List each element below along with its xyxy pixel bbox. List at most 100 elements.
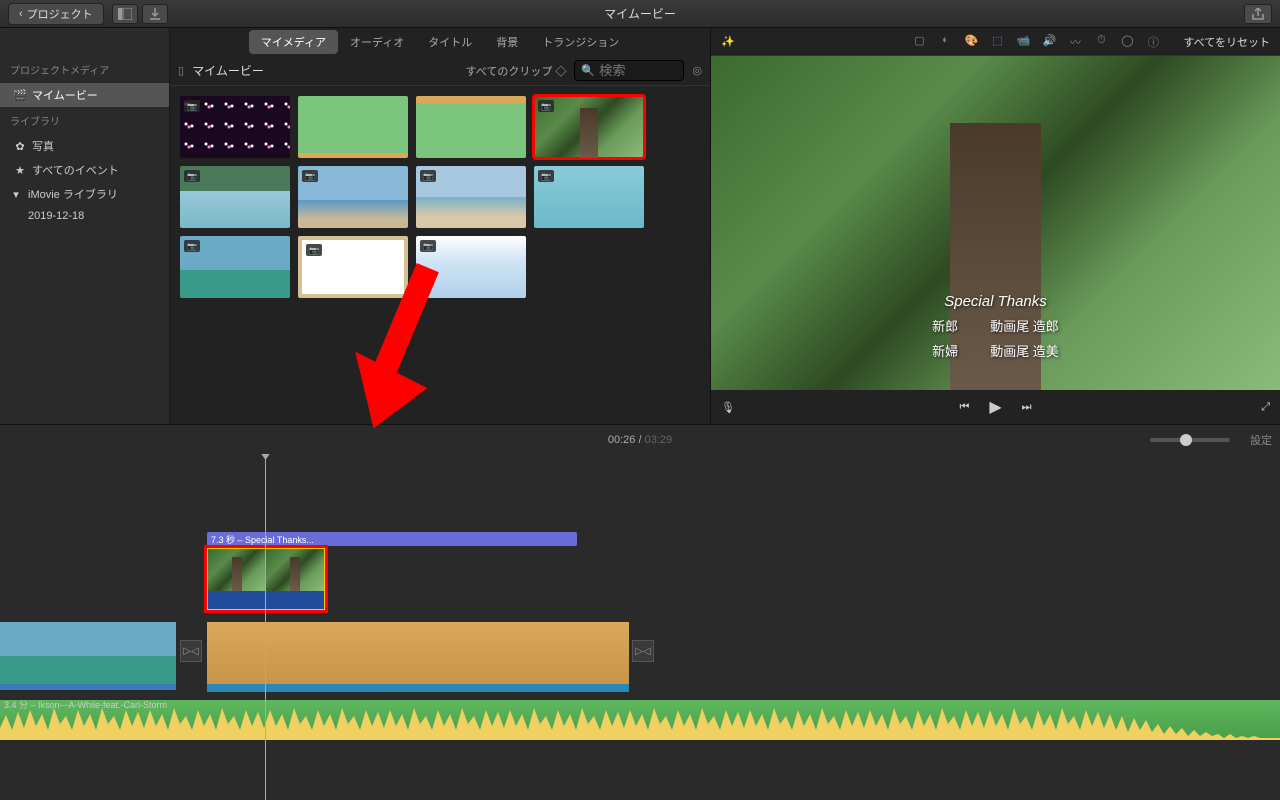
timeline[interactable]: 7.3 秒 – Special Thanks... ▷◁ ▷◁ 3.4 分 – …: [0, 454, 1280, 800]
camera-icon: 📷: [538, 170, 554, 182]
fullscreen-icon[interactable]: ⤢: [1261, 401, 1270, 414]
back-to-projects-button[interactable]: ‹ プロジェクト: [8, 3, 104, 25]
back-label: プロジェクト: [27, 6, 93, 22]
star-icon: ★: [14, 164, 26, 176]
media-thumb[interactable]: [416, 96, 526, 158]
playhead-line[interactable]: [265, 454, 266, 800]
media-thumb[interactable]: 📷: [298, 236, 408, 298]
noise-reduction-icon[interactable]: 〰: [1067, 34, 1083, 50]
title-clip[interactable]: 7.3 秒 – Special Thanks...: [207, 532, 577, 546]
timeline-settings-button[interactable]: 設定: [1250, 432, 1272, 448]
media-browser: マイメディア オーディオ タイトル 背景 トランジション ▯ マイムービー すべ…: [170, 28, 710, 424]
sidebar-item-imovie-library[interactable]: ▾ iMovie ライブラリ: [0, 182, 169, 206]
media-thumb[interactable]: 📷: [416, 166, 526, 228]
chevron-left-icon: ‹: [19, 8, 23, 20]
sidebar: プロジェクトメディア 🎬 マイムービー ライブラリ ✿ 写真 ★ すべてのイベン…: [0, 28, 170, 424]
tab-background[interactable]: 背景: [484, 30, 530, 54]
search-field[interactable]: [599, 63, 669, 78]
pip-clip[interactable]: [207, 548, 325, 610]
color-balance-icon[interactable]: ▢: [911, 34, 927, 50]
prev-icon[interactable]: ⏮: [959, 401, 969, 414]
camera-icon: 📷: [184, 170, 200, 182]
media-header: ▯ マイムービー すべてのクリップ ◇ 🔍 ◎: [170, 56, 710, 86]
reset-all-button[interactable]: すべてをリセット: [1183, 34, 1270, 50]
media-title: マイムービー: [192, 62, 264, 79]
preview-toolbar: ✨ ▢ ◐ 🎨 ⬚ 📹 🔊 〰 ⏱ ◯ ⓘ すべてをリセット: [711, 28, 1280, 56]
library-header: ライブラリ: [0, 107, 169, 134]
search-icon: 🔍: [581, 64, 595, 77]
media-thumb-selected[interactable]: 📷: [534, 96, 644, 158]
clapboard-icon: 🎬: [14, 89, 26, 101]
camera-icon: 📷: [306, 244, 322, 256]
time-row: 00:26 / 03:29 設定: [0, 424, 1280, 454]
triangle-down-icon: ▾: [10, 188, 22, 200]
overlay-heading: Special Thanks: [711, 293, 1280, 310]
camera-icon: 📷: [184, 100, 200, 112]
playhead-handle[interactable]: [260, 454, 271, 460]
media-thumb[interactable]: 📷: [534, 166, 644, 228]
camera-icon: 📷: [420, 170, 436, 182]
volume-icon[interactable]: 🔊: [1041, 34, 1057, 50]
camera-icon: 📷: [184, 240, 200, 252]
media-thumbnails: 📷 📷 📷 📷 📷 📷 📷 📷 📷: [170, 86, 710, 308]
window-title: マイムービー: [604, 5, 676, 22]
sidebar-item-all-events[interactable]: ★ すべてのイベント: [0, 158, 169, 182]
audio-track: 3.4 分 – Ikson---A-While-feat.-Carl-Storm: [0, 700, 1280, 740]
audio-clip[interactable]: [0, 700, 1280, 740]
clip-filter-dropdown[interactable]: すべてのクリップ ◇: [466, 63, 567, 79]
transition-icon[interactable]: ▷◁: [632, 640, 654, 662]
media-thumb[interactable]: 📷: [416, 236, 526, 298]
media-thumb[interactable]: 📷: [180, 96, 290, 158]
project-media-header: プロジェクトメディア: [0, 56, 169, 83]
media-thumb[interactable]: 📷: [180, 166, 290, 228]
tab-audio[interactable]: オーディオ: [338, 30, 416, 54]
tab-title[interactable]: タイトル: [416, 30, 484, 54]
import-button[interactable]: [142, 4, 168, 24]
video-track: ▷◁ ▷◁: [0, 622, 1280, 684]
next-icon[interactable]: ⏭: [1022, 401, 1032, 414]
color-correction-icon[interactable]: ◐: [937, 34, 953, 50]
share-button[interactable]: [1244, 4, 1272, 24]
preview-panel: ✨ ▢ ◐ 🎨 ⬚ 📹 🔊 〰 ⏱ ◯ ⓘ すべてをリセット Special T…: [710, 28, 1280, 424]
media-thumb[interactable]: 📷: [180, 236, 290, 298]
photos-icon: ✿: [14, 140, 26, 152]
preview-viewer[interactable]: Special Thanks 新郎動画尾 造郎 新婦動画尾 造美: [711, 56, 1280, 390]
tab-my-media[interactable]: マイメディア: [249, 30, 338, 54]
media-thumb[interactable]: [298, 96, 408, 158]
clip-filter-icon[interactable]: ◯: [1119, 34, 1135, 50]
transition-icon[interactable]: ▷◁: [180, 640, 202, 662]
sidebar-item-event-date[interactable]: 2019-12-18: [0, 206, 169, 226]
time-display: 00:26 / 03:29: [608, 434, 672, 446]
video-clip-1[interactable]: [0, 622, 176, 684]
waveform-icon: [0, 700, 1280, 740]
top-toolbar: ‹ プロジェクト マイムービー: [0, 0, 1280, 28]
view-options-icon[interactable]: ◎: [692, 64, 702, 77]
tab-transition[interactable]: トランジション: [530, 30, 631, 54]
sidebar-toggle-icon[interactable]: ▯: [178, 64, 184, 77]
info-icon[interactable]: ⓘ: [1145, 34, 1161, 50]
stabilization-icon[interactable]: 📹: [1015, 34, 1031, 50]
video-clip-2[interactable]: [207, 622, 629, 684]
title-overlay: Special Thanks 新郎動画尾 造郎 新婦動画尾 造美: [711, 293, 1280, 360]
audio-clip-label: 3.4 分 – Ikson---A-While-feat.-Carl-Storm: [4, 698, 167, 711]
voiceover-icon[interactable]: 🎙: [721, 401, 735, 414]
speed-icon[interactable]: ⏱: [1093, 34, 1109, 50]
search-input[interactable]: 🔍: [574, 60, 684, 81]
play-icon[interactable]: ▶: [989, 397, 1001, 417]
sidebar-item-project[interactable]: 🎬 マイムービー: [0, 83, 169, 107]
zoom-knob[interactable]: [1180, 434, 1192, 446]
zoom-slider[interactable]: [1150, 438, 1230, 442]
playback-controls: 🎙 ⏮ ▶ ⏭ ⤢: [711, 390, 1280, 424]
media-thumb[interactable]: 📷: [298, 166, 408, 228]
camera-icon: 📷: [420, 240, 436, 252]
library-view-button[interactable]: [112, 4, 138, 24]
magic-wand-icon[interactable]: ✨: [721, 35, 735, 48]
media-tabs-placeholder: [0, 28, 169, 56]
workspace: プロジェクトメディア 🎬 マイムービー ライブラリ ✿ 写真 ★ すべてのイベン…: [0, 28, 1280, 424]
color-wheel-icon[interactable]: 🎨: [963, 34, 979, 50]
camera-icon: 📷: [302, 170, 318, 182]
crop-icon[interactable]: ⬚: [989, 34, 1005, 50]
media-tabs: マイメディア オーディオ タイトル 背景 トランジション: [170, 28, 710, 56]
camera-icon: 📷: [538, 100, 554, 112]
sidebar-item-photos[interactable]: ✿ 写真: [0, 134, 169, 158]
